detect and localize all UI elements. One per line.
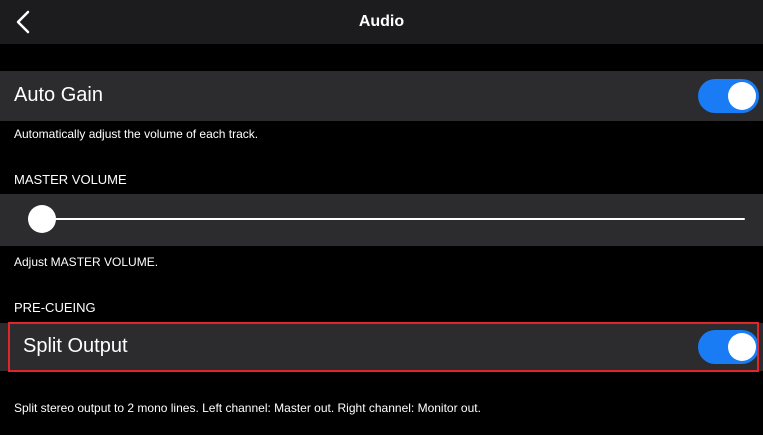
master-volume-caption: Adjust MASTER VOLUME. [14,255,159,269]
auto-gain-caption: Automatically adjust the volume of each … [14,127,259,141]
page-title: Audio [358,13,405,30]
master-volume-slider-track[interactable] [40,218,745,220]
auto-gain-label: Auto Gain [14,84,103,106]
master-volume-header: MASTER VOLUME [14,172,127,187]
toggle-knob [728,333,756,361]
toggle-knob [728,82,756,110]
master-volume-slider-row [0,194,763,246]
split-output-toggle[interactable] [698,330,759,364]
navigation-bar: Audio [0,0,763,44]
split-output-row: Split Output [0,323,763,371]
split-output-caption: Split stereo output to 2 mono lines. Lef… [14,401,481,415]
pre-cueing-header: PRE-CUEING [14,300,96,315]
auto-gain-toggle[interactable] [698,79,759,113]
master-volume-slider-thumb[interactable] [28,205,56,233]
split-output-label: Split Output [23,335,128,357]
auto-gain-row: Auto Gain [0,71,763,121]
